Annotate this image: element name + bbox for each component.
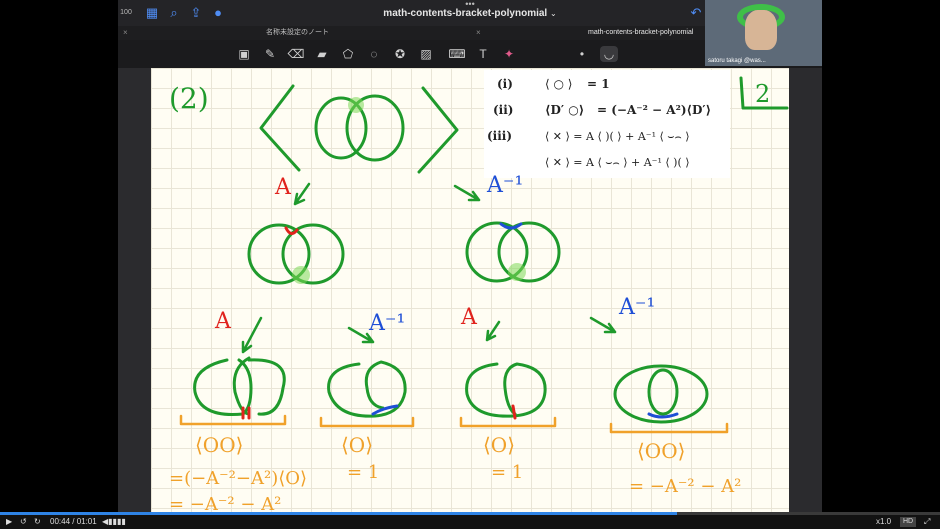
undo-icon[interactable]: ↶ [688, 5, 704, 21]
sub3-brace [459, 416, 557, 428]
sub4-arrow [589, 316, 617, 334]
tab-untitled-note[interactable]: 名称未設定のノート [266, 26, 329, 40]
rule-ii-rhs: = (−A⁻² − A²)⟨D′⟩ [597, 103, 711, 117]
shapes-tool-icon[interactable]: ⬠ [339, 46, 357, 62]
sub1-result2: = −A⁻² − A² [169, 494, 281, 512]
volume-icon[interactable]: ◀▮▮▮▮ [102, 517, 126, 527]
level1-right-loop-b [497, 221, 561, 283]
quality-badge[interactable]: HD [900, 517, 917, 527]
lasso-tool-icon[interactable]: ◌ [365, 46, 383, 62]
sub1-knot-left [193, 356, 251, 417]
handwriting-layer: (2) 2 (i) ⟨ ○ ⟩ = 1 (ii) ⟨D′ ○⟩ = (−A⁻² … [169, 70, 789, 512]
level1-left-highlight [292, 266, 310, 284]
rule-iii-label: (iii) [487, 129, 512, 143]
rule-i-bracket: ⟨ ○ ⟩ [545, 77, 572, 91]
forward-icon[interactable]: ↻ [34, 517, 41, 527]
dot-color-swatch[interactable]: • [573, 46, 591, 62]
sub2-bracket: ⟨O⟩ [341, 433, 373, 457]
webcam-overlay: satoru takagi @was... [705, 0, 822, 66]
sub3-arrow [485, 320, 501, 342]
sub4-loop-inner [647, 368, 679, 416]
playback-speed[interactable]: x1.0 [876, 517, 891, 527]
rule-i-label: (i) [497, 77, 513, 91]
level1-right-highlight [508, 263, 526, 281]
time-display: 00:44 / 01:01 [50, 517, 97, 526]
rule-ii-lhs: ⟨D′ ○⟩ [545, 103, 584, 117]
sub2-brace [319, 416, 415, 428]
branch-left-arrow [293, 182, 311, 206]
branch-left-label: A [274, 175, 292, 200]
document-title-text: math-contents-bracket-polynomial [383, 8, 548, 19]
photo-tool-icon[interactable]: ▨ [417, 46, 435, 62]
sub2-label: A⁻¹ [368, 311, 405, 336]
rewind-icon[interactable]: ↺ [20, 517, 27, 527]
corner-label: 2 [755, 80, 770, 108]
play-icon[interactable]: ▶ [6, 517, 12, 527]
sub3-smoothing [511, 404, 517, 420]
progress-bar[interactable] [0, 512, 940, 515]
rule-iii-line1: ⟨ ✕ ⟩ = A ⟨ )( ⟩ + A⁻¹ ⟨ ⌣⌢ ⟩ [545, 130, 690, 143]
text-tool-icon[interactable]: T [474, 46, 492, 62]
presenter-avatar [745, 10, 777, 50]
sub1-result1: =(−A⁻²−A²)⟨O⟩ [169, 468, 307, 489]
keyboard-tool-icon[interactable]: ⌨ [448, 46, 466, 62]
canvas-area: (2) 2 (i) ⟨ ○ ⟩ = 1 (ii) ⟨D′ ○⟩ = (−A⁻² … [118, 68, 822, 512]
right-angle-bracket [417, 86, 459, 174]
crossing-highlight [348, 97, 364, 113]
sub4-bracket: ⟨OO⟩ [637, 439, 685, 463]
sub3-result1: = 1 [491, 462, 523, 483]
presenter-name: satoru takagi @was... [708, 58, 766, 64]
chevron-down-icon: ⌄ [550, 9, 557, 18]
left-angle-bracket [259, 84, 301, 172]
tab-close-icon[interactable]: × [123, 26, 128, 40]
sub1-brace [179, 414, 287, 426]
sticker-tool-icon[interactable]: ✪ [391, 46, 409, 62]
progress-fill [0, 512, 677, 515]
sub1-knot-right [237, 358, 286, 416]
sub3-bracket: ⟨O⟩ [483, 433, 515, 457]
sub4-brace [609, 422, 729, 434]
image-tool-icon[interactable]: ▣ [235, 46, 253, 62]
note-page[interactable]: (2) 2 (i) ⟨ ○ ⟩ = 1 (ii) ⟨D′ ○⟩ = (−A⁻² … [151, 68, 789, 512]
branch-right-label: A⁻¹ [486, 173, 523, 198]
laser-pointer-icon[interactable]: ✦ [500, 46, 518, 62]
sub4-label: A⁻¹ [618, 295, 655, 320]
sub2-result1: = 1 [347, 462, 379, 483]
video-player-bar: ▶ ↺ ↻ 00:44 / 01:01 ◀▮▮▮▮ x1.0 HD ⤢ [0, 512, 940, 529]
highlighter-tool-icon[interactable]: ▰ [313, 46, 331, 62]
sub1-arrow [241, 316, 263, 354]
sub3-label: A [460, 305, 478, 330]
notes-app-window: ••• 100 ▦ ⌕ ⇪ ● math-contents-bracket-po… [118, 0, 822, 512]
stroke-style-icon[interactable]: ◡ [600, 46, 618, 62]
branch-right-arrow [453, 184, 481, 202]
rule-iii-line2: ⟨ ✕ ⟩ = A ⟨ ⌣⌢ ⟩ + A⁻¹ ⟨ )( ⟩ [545, 156, 690, 169]
sub3-knot [465, 362, 547, 418]
sub1-label: A [214, 309, 232, 334]
sub4-result1: = −A⁻² − A² [629, 476, 741, 497]
rule-i-rhs: = 1 [587, 77, 610, 91]
fullscreen-icon[interactable]: ⤢ [924, 517, 930, 527]
sub1-bracket: ⟨OO⟩ [195, 433, 243, 457]
tab-close-icon[interactable]: × [476, 26, 481, 40]
tab-bracket-polynomial[interactable]: math-contents-bracket-polynomial [588, 26, 693, 40]
problem-label: (2) [169, 82, 209, 115]
eraser-tool-icon[interactable]: ⌫ [287, 46, 305, 62]
rule-ii-label: (ii) [493, 103, 513, 117]
pen-tool-icon[interactable]: ✎ [261, 46, 279, 62]
